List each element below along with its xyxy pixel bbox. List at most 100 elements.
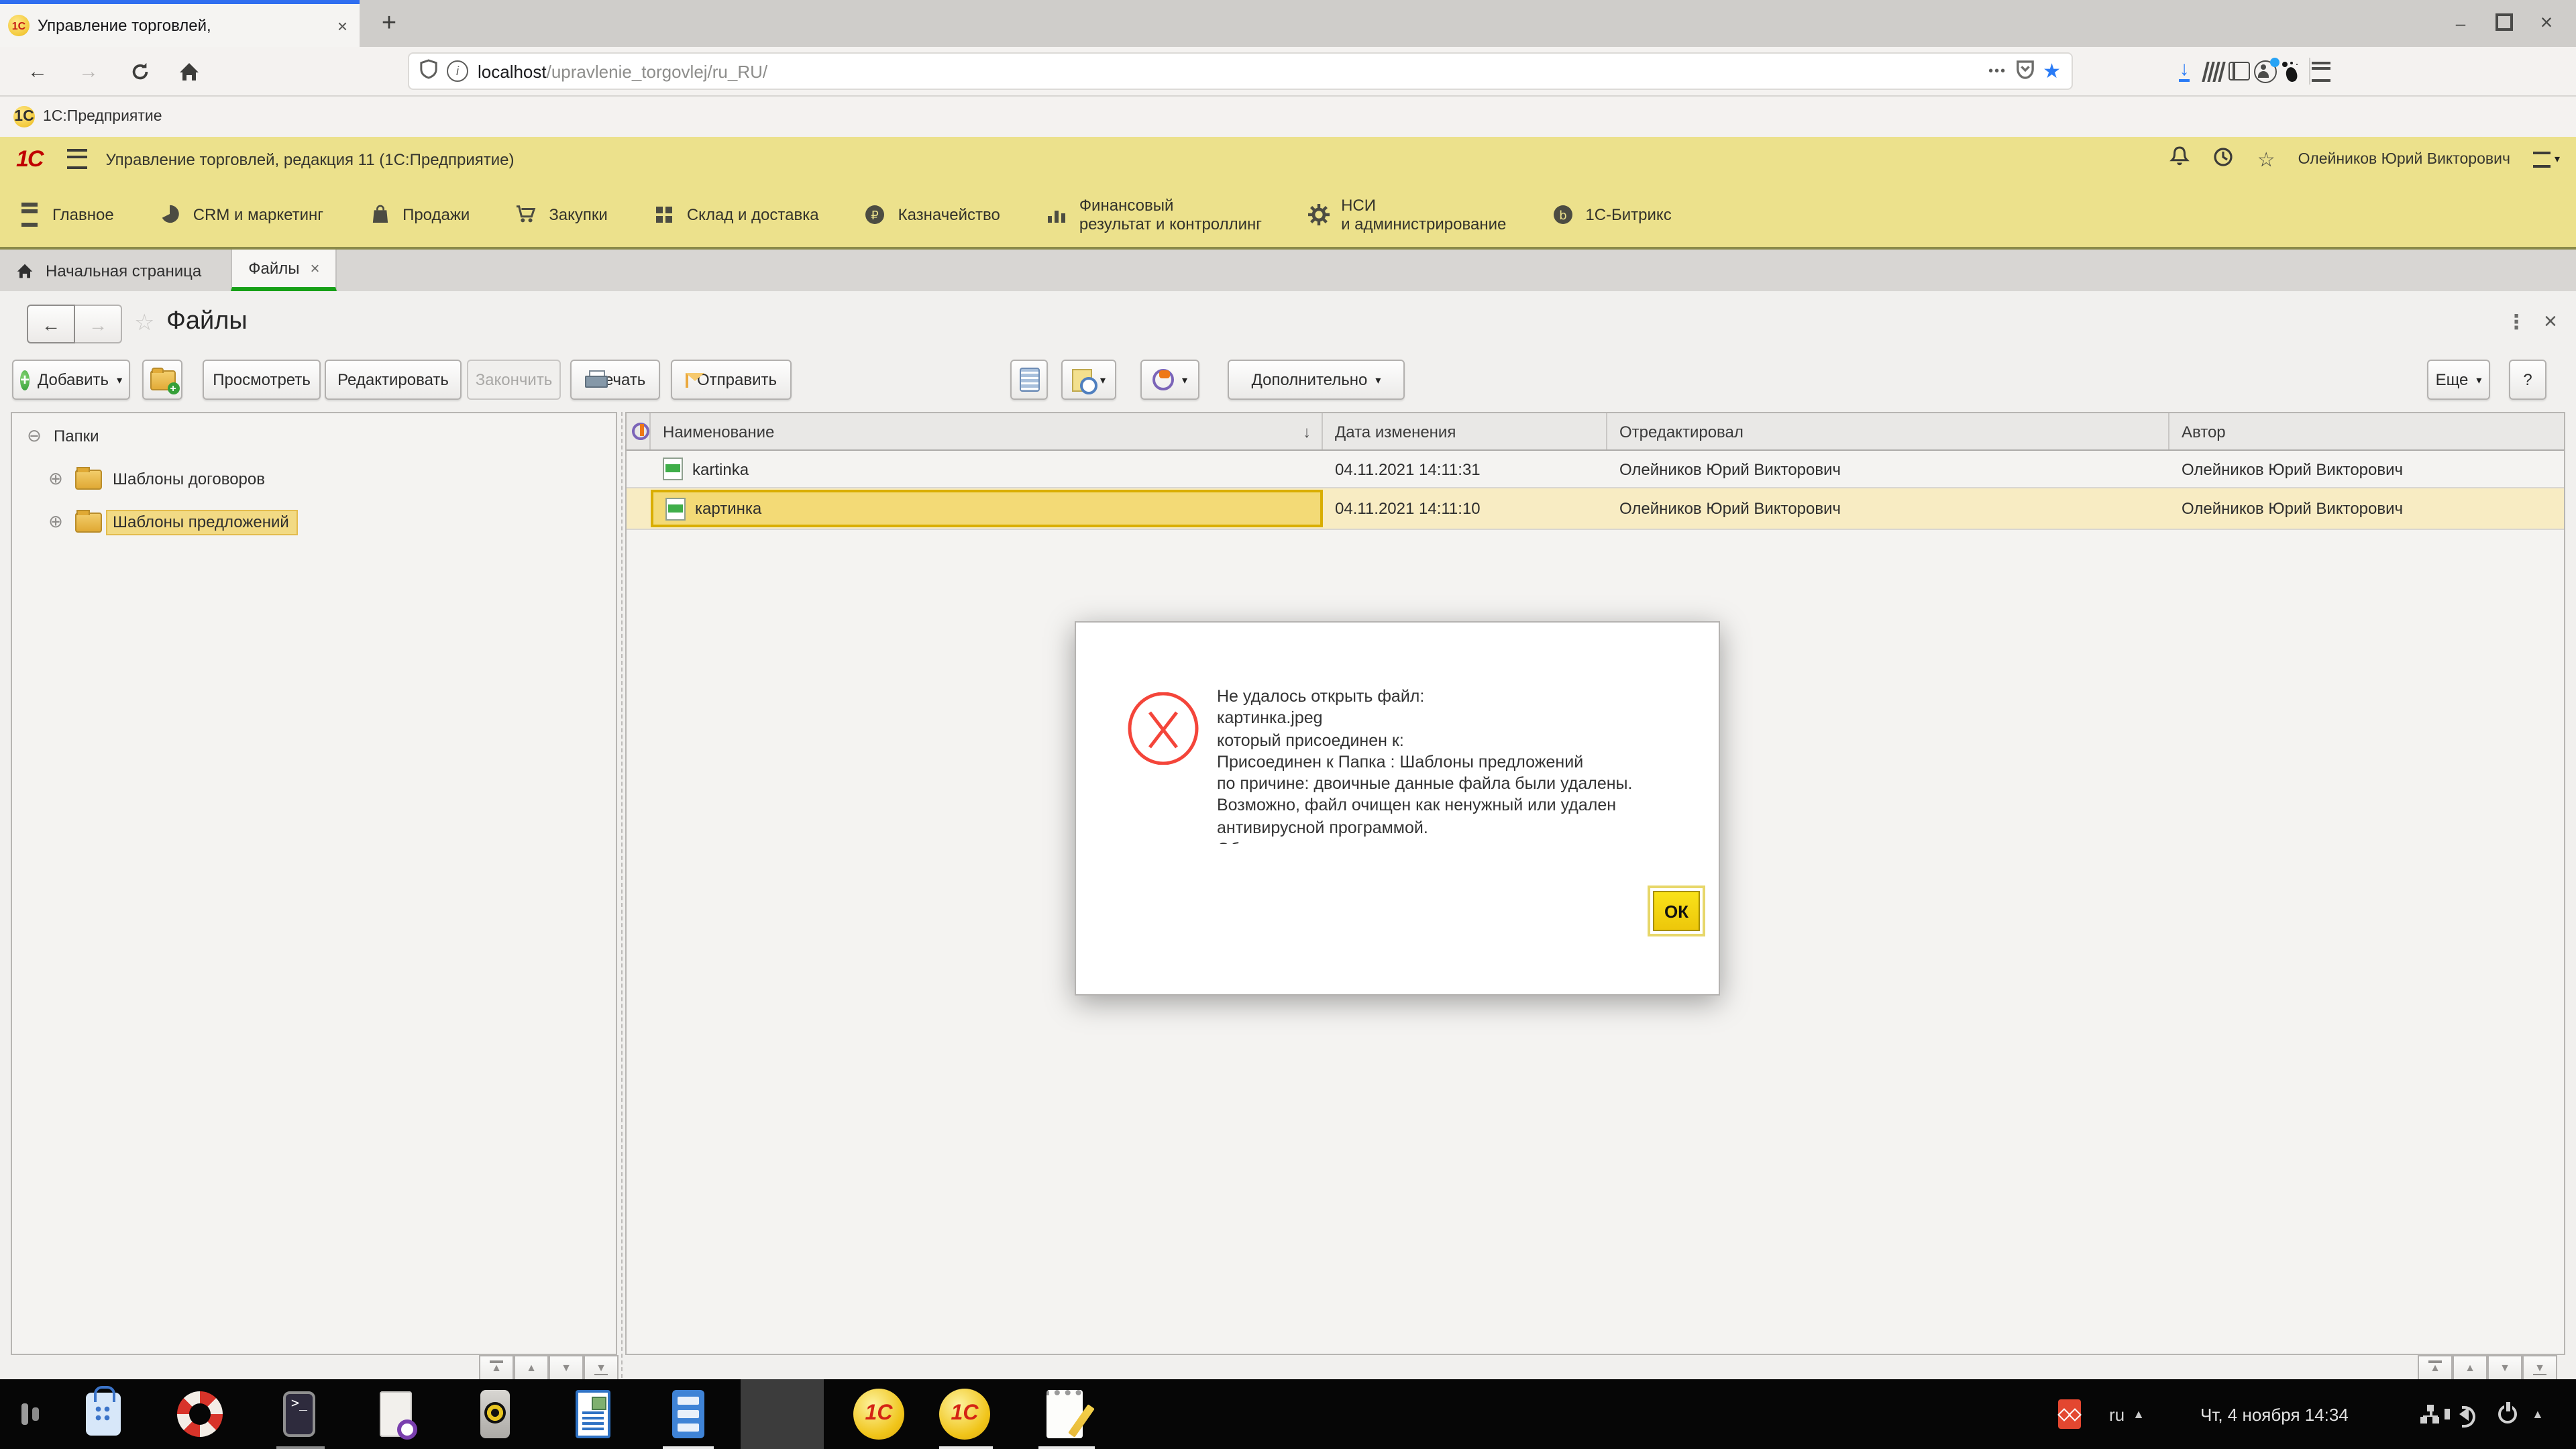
- user-name[interactable]: Олейников Юрий Викторович: [2298, 151, 2510, 167]
- firefox-icon[interactable]: [754, 1386, 810, 1442]
- expand-icon[interactable]: ⊕: [47, 468, 64, 490]
- ribbon-item-warehouse[interactable]: Склад и доставка: [653, 203, 819, 225]
- expand-icon[interactable]: ⊕: [47, 511, 64, 533]
- document-clock-icon[interactable]: [368, 1386, 424, 1442]
- folders-panel: ⊖ Папки ⊕ Шаблоны договоров ⊕ Шаблоны пр…: [11, 412, 617, 1355]
- selected-name-cell[interactable]: картинка: [651, 490, 1323, 527]
- history-back-button[interactable]: ←: [27, 305, 75, 343]
- shield-icon[interactable]: [420, 59, 437, 83]
- tab-close-icon[interactable]: ×: [333, 15, 352, 36]
- additional-button[interactable]: Дополнительно▾: [1228, 360, 1405, 400]
- running-indicator: [939, 1446, 993, 1449]
- new-tab-button[interactable]: +: [370, 5, 408, 43]
- apps-menu-icon[interactable]: [3, 1386, 59, 1442]
- notification-badge[interactable]: [2058, 1379, 2081, 1449]
- table-row-selected[interactable]: картинка 04.11.2021 14:11:10 Олейников Ю…: [627, 488, 2564, 530]
- ribbon-item-bitrix[interactable]: b 1С-Битрикс: [1552, 203, 1671, 225]
- user-menu-icon[interactable]: ▾: [2533, 151, 2560, 167]
- signature-button[interactable]: ▾: [1140, 360, 1199, 400]
- ribbon-item-sales[interactable]: Продажи: [369, 203, 470, 225]
- ok-button[interactable]: ОК: [1653, 891, 1700, 931]
- home-icon[interactable]: [170, 52, 208, 90]
- 1c-app-icon[interactable]: 1С: [851, 1386, 907, 1442]
- tab-home[interactable]: Начальная страница: [0, 250, 231, 291]
- history-icon[interactable]: [2213, 146, 2235, 172]
- journal-button[interactable]: [1010, 360, 1048, 400]
- clock-date[interactable]: Чт, 4 ноября 14:34: [2200, 1379, 2349, 1449]
- url-bar[interactable]: i localhost/upravlenie_torgovlej/ru_RU/ …: [408, 52, 2073, 90]
- create-folder-button[interactable]: +: [142, 360, 182, 400]
- print-button[interactable]: Печать: [570, 360, 660, 400]
- close-window-button[interactable]: ×: [2525, 11, 2568, 36]
- column-name[interactable]: Наименование↓: [651, 413, 1323, 449]
- terminal-icon[interactable]: >_: [271, 1386, 327, 1442]
- scroll-top-button[interactable]: ▲: [2418, 1355, 2453, 1381]
- maximize-button[interactable]: [2482, 13, 2525, 34]
- panel-divider[interactable]: [621, 412, 623, 1378]
- language-indicator[interactable]: ru▲: [2109, 1379, 2145, 1449]
- menu-hamburger-icon[interactable]: [2302, 52, 2340, 90]
- view-button[interactable]: Просмотреть: [203, 360, 321, 400]
- folder-item-contracts[interactable]: ⊕ Шаблоны договоров: [12, 462, 616, 496]
- table-row[interactable]: kartinka 04.11.2021 14:11:31 Олейников Ю…: [627, 451, 2564, 488]
- key-column-header[interactable]: [627, 413, 651, 449]
- ribbon-item-crm[interactable]: CRM и маркетинг: [160, 203, 323, 225]
- scroll-up-button[interactable]: ▲: [514, 1355, 549, 1381]
- selected-folder-label[interactable]: Шаблоны предложений: [107, 511, 297, 533]
- writer-document-icon[interactable]: [565, 1386, 621, 1442]
- network-icon[interactable]: [2420, 1379, 2439, 1449]
- file-manager-icon[interactable]: [660, 1386, 716, 1442]
- add-favorite-star-icon[interactable]: ☆: [134, 310, 155, 337]
- app-menu-icon[interactable]: [66, 149, 87, 169]
- column-edited[interactable]: Отредактировал: [1607, 413, 2169, 449]
- form-close-icon[interactable]: ×: [2544, 309, 2557, 335]
- back-icon[interactable]: ←: [19, 52, 56, 90]
- power-icon[interactable]: [2498, 1379, 2517, 1449]
- 1c-app-icon-2[interactable]: 1С: [936, 1386, 993, 1442]
- minimize-button[interactable]: –: [2439, 13, 2482, 34]
- browser-tab[interactable]: 1С Управление торговлей, ×: [0, 0, 360, 47]
- column-date[interactable]: Дата изменения: [1323, 413, 1607, 449]
- collapse-icon[interactable]: ⊖: [25, 425, 43, 447]
- page-actions-icon[interactable]: •••: [1988, 64, 2006, 78]
- ribbon-item-purchases[interactable]: Закупки: [515, 203, 608, 225]
- scroll-top-button[interactable]: ▲: [479, 1355, 514, 1381]
- media-player-icon[interactable]: [467, 1386, 523, 1442]
- bookmark-item[interactable]: 1С:Предприятие: [43, 109, 162, 125]
- scroll-bottom-button[interactable]: ▼: [2522, 1355, 2557, 1381]
- form-kebab-icon[interactable]: ⋮: [2506, 310, 2526, 334]
- ribbon-item-main[interactable]: Главное: [19, 203, 114, 225]
- notifications-bell-icon[interactable]: [2170, 146, 2190, 172]
- bookmark-star-icon[interactable]: ★: [2043, 59, 2061, 83]
- forward-icon[interactable]: →: [70, 52, 107, 90]
- tab-files-close-icon[interactable]: ×: [311, 259, 320, 278]
- site-info-icon[interactable]: i: [447, 60, 468, 82]
- scroll-down-button[interactable]: ▼: [2487, 1355, 2522, 1381]
- ribbon-item-finance[interactable]: Финансовыйрезультат и контроллинг: [1046, 195, 1262, 233]
- ribbon-item-nsi-admin[interactable]: НСИи администрирование: [1307, 195, 1506, 233]
- favorites-star-icon[interactable]: ☆: [2257, 147, 2275, 171]
- column-author[interactable]: Автор: [2169, 413, 2564, 449]
- file-versions-button[interactable]: ▾: [1061, 360, 1116, 400]
- more-button[interactable]: Еще▾: [2427, 360, 2490, 400]
- volume-icon[interactable]: [2459, 1379, 2477, 1449]
- pocket-icon[interactable]: [2016, 60, 2033, 83]
- add-button[interactable]: + Добавить▾: [12, 360, 130, 400]
- scroll-bottom-button[interactable]: ▼: [584, 1355, 619, 1381]
- edit-button[interactable]: Редактировать: [325, 360, 462, 400]
- scroll-up-button[interactable]: ▲: [2453, 1355, 2487, 1381]
- tray-expand-icon[interactable]: ▲: [2532, 1379, 2544, 1449]
- help-lifebuoy-icon[interactable]: [172, 1386, 228, 1442]
- folder-item-proposals[interactable]: ⊕ Шаблоны предложений: [12, 504, 616, 539]
- software-store-icon[interactable]: [75, 1386, 131, 1442]
- ribbon-item-treasury[interactable]: ₽ Казначейство: [865, 203, 1000, 225]
- send-button[interactable]: Отправить: [671, 360, 792, 400]
- reload-icon[interactable]: [121, 52, 158, 90]
- history-forward-button[interactable]: →: [75, 305, 122, 343]
- help-button[interactable]: ?: [2509, 360, 2546, 400]
- scroll-down-button[interactable]: ▼: [549, 1355, 584, 1381]
- tab-files[interactable]: Файлы ×: [231, 250, 337, 291]
- text-editor-icon[interactable]: [1036, 1386, 1092, 1442]
- folder-tree-root[interactable]: ⊖ Папки: [12, 419, 616, 453]
- url-text[interactable]: localhost/upravlenie_torgovlej/ru_RU/: [478, 61, 1979, 81]
